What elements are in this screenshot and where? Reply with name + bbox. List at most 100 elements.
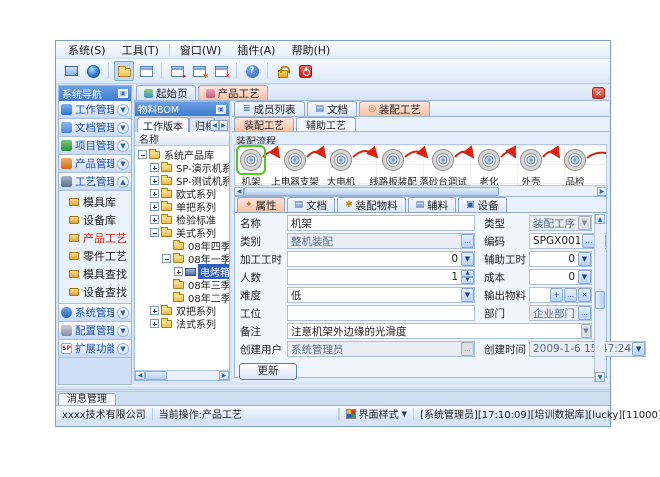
scroll-right-icon[interactable]: ▶	[219, 120, 228, 131]
clear-icon[interactable]: ✕	[578, 288, 591, 302]
form-close-icon[interactable]	[211, 61, 231, 81]
tab-equipment[interactable]: ▣设备	[458, 197, 507, 212]
chevron-down-icon[interactable]: ▼	[578, 252, 591, 266]
menu-plugins[interactable]: 插件(A)	[229, 41, 283, 59]
flow-node[interactable]: 大电机	[311, 147, 371, 186]
tab-attributes[interactable]: ✦属性	[237, 197, 285, 212]
sidebar-item-equipment-search[interactable]: 设备查找	[59, 283, 131, 301]
close-icon[interactable]: ✕	[592, 87, 605, 99]
tab-working-version[interactable]: 工作版本	[137, 117, 189, 132]
sidebar-group-document[interactable]: 文档管理▼	[59, 119, 131, 137]
ellipsis-icon[interactable]: …	[578, 306, 591, 320]
scroll-left-icon[interactable]: ◀	[135, 371, 145, 380]
lock-icon[interactable]	[273, 61, 293, 81]
properties-vertical-scrollbar[interactable]: ▲ ▼	[594, 214, 605, 382]
type-field[interactable]: 装配工序▼	[529, 215, 592, 231]
globe-icon[interactable]	[83, 61, 103, 81]
chevron-down-icon[interactable]: ▼	[117, 307, 129, 319]
flow-horizontal-scrollbar[interactable]: ◀ ▶	[234, 187, 607, 196]
sidebar-group-system[interactable]: 系统管理▼	[59, 304, 131, 322]
form-import-icon[interactable]	[167, 61, 187, 81]
menu-tools[interactable]: 工具(T)	[114, 41, 167, 59]
folder-icon[interactable]	[114, 61, 134, 81]
sidebar-group-config[interactable]: 配置管理▼	[59, 322, 131, 340]
sidebar-group-extension[interactable]: SP扩展功能▼	[59, 340, 131, 358]
menu-window[interactable]: 窗口(W)	[172, 41, 229, 59]
scroll-down-icon[interactable]: ▼	[595, 372, 605, 382]
expand-icon[interactable]	[150, 176, 159, 185]
chevron-down-icon[interactable]: ▼	[117, 325, 129, 337]
tab-message-management[interactable]: 消息管理	[58, 393, 116, 405]
sidebar-group-product[interactable]: 产品管理▼	[59, 155, 131, 173]
menu-system[interactable]: 系统(S)	[60, 41, 114, 59]
tab-auxiliary-materials[interactable]: ▤辅料	[408, 197, 457, 212]
sidebar-group-process[interactable]: 工艺管理▲	[59, 173, 131, 191]
form-new-icon[interactable]	[189, 61, 209, 81]
chevron-down-icon[interactable]: ▼	[117, 140, 129, 152]
exit-icon[interactable]	[295, 61, 315, 81]
chevron-up-icon[interactable]: ▲	[117, 176, 129, 188]
sidebar-group-work[interactable]: 工作管理▼	[59, 101, 131, 119]
collapse-icon[interactable]	[150, 228, 159, 237]
plus-icon[interactable]: +	[550, 288, 563, 302]
chevron-down-icon[interactable]: ▼	[581, 324, 591, 338]
work-hours-field[interactable]: 0▼	[287, 251, 475, 267]
window-grid-icon[interactable]	[136, 61, 156, 81]
expand-icon[interactable]	[150, 189, 159, 198]
sidebar-collapse-icon[interactable]: ▣	[118, 89, 128, 98]
category-field[interactable]: 整机装配…	[287, 233, 475, 249]
cost-field[interactable]: 0▼	[529, 269, 592, 285]
expand-icon[interactable]	[150, 215, 159, 224]
tree-node[interactable]: 法式系列	[135, 317, 229, 330]
remark-field[interactable]: 注意机架外边缘的光滑度▼	[287, 323, 592, 339]
chevron-down-icon[interactable]: ▼	[117, 122, 129, 134]
aux-hours-field[interactable]: 0▼	[529, 251, 592, 267]
ellipsis-icon[interactable]: …	[461, 342, 474, 356]
help-icon[interactable]: ?	[242, 61, 262, 81]
tab-start-page[interactable]: 起始页	[136, 85, 196, 100]
tab-assembly[interactable]: 装配工艺	[234, 117, 294, 131]
name-field[interactable]: 机架	[287, 215, 475, 231]
chevron-down-icon[interactable]: ▼	[117, 158, 129, 170]
scroll-right-icon[interactable]: ▶	[597, 187, 607, 196]
scroll-up-icon[interactable]: ▲	[595, 214, 605, 224]
tab-assembly-materials[interactable]: ✱装配物料	[337, 197, 406, 212]
tab-product-process[interactable]: 产品工艺	[198, 85, 268, 100]
chevron-down-icon[interactable]: ▼	[461, 252, 474, 266]
expand-icon[interactable]	[174, 267, 183, 276]
computer-connect-icon[interactable]	[61, 61, 81, 81]
sidebar-group-project[interactable]: 项目管理▼	[59, 137, 131, 155]
collapse-icon[interactable]	[162, 254, 171, 263]
ellipsis-icon[interactable]: …	[461, 234, 474, 248]
chevron-down-icon[interactable]: ▼	[632, 342, 645, 356]
ui-style-selector[interactable]: 界面样式▼	[340, 408, 414, 420]
scrollbar-thumb[interactable]	[145, 371, 167, 380]
sidebar-item-mold-search[interactable]: 模具查找	[59, 265, 131, 283]
update-button[interactable]: 更新	[239, 363, 297, 380]
expand-icon[interactable]	[150, 202, 159, 211]
create-time-field[interactable]: 2009-1-6 15:47:24▼	[529, 341, 646, 357]
pin-icon[interactable]: ▣	[216, 105, 226, 114]
sidebar-item-part-process[interactable]: 零件工艺	[59, 247, 131, 265]
collapse-icon[interactable]	[138, 150, 147, 159]
difficulty-field[interactable]: 低▼	[287, 287, 475, 303]
station-field[interactable]	[287, 305, 475, 321]
menu-help[interactable]: 帮助(H)	[283, 41, 338, 59]
output-material-field[interactable]: +…✕	[529, 287, 592, 303]
department-field[interactable]: 企业部门…	[529, 305, 592, 321]
scroll-left-icon[interactable]: ◀	[234, 187, 244, 196]
spin-down-icon[interactable]: ▼	[461, 277, 474, 284]
tree-horizontal-scrollbar[interactable]: ◀ ▶	[135, 370, 229, 380]
expand-icon[interactable]	[150, 306, 159, 315]
chevron-down-icon[interactable]: ▼	[117, 104, 129, 116]
people-field[interactable]: 1▲▼	[287, 269, 475, 285]
tab-auxiliary[interactable]: 辅助工艺	[296, 117, 356, 131]
sidebar-item-equipment-library[interactable]: 设备库	[59, 211, 131, 229]
assembly-flow-canvas[interactable]: 机架 上电器支架 大电机 线路板装配 落砂台调试 老化 外壳 品检	[234, 144, 607, 186]
scrollbar-thumb[interactable]	[244, 187, 499, 196]
chevron-down-icon[interactable]: ▼	[461, 288, 474, 302]
creator-field[interactable]: 系统管理员…	[287, 341, 475, 357]
quantity-stepper[interactable]: ▲▼	[461, 270, 474, 284]
tab-documents[interactable]: ▤文档	[307, 101, 358, 116]
tab-prop-documents[interactable]: ▤文档	[287, 197, 336, 212]
